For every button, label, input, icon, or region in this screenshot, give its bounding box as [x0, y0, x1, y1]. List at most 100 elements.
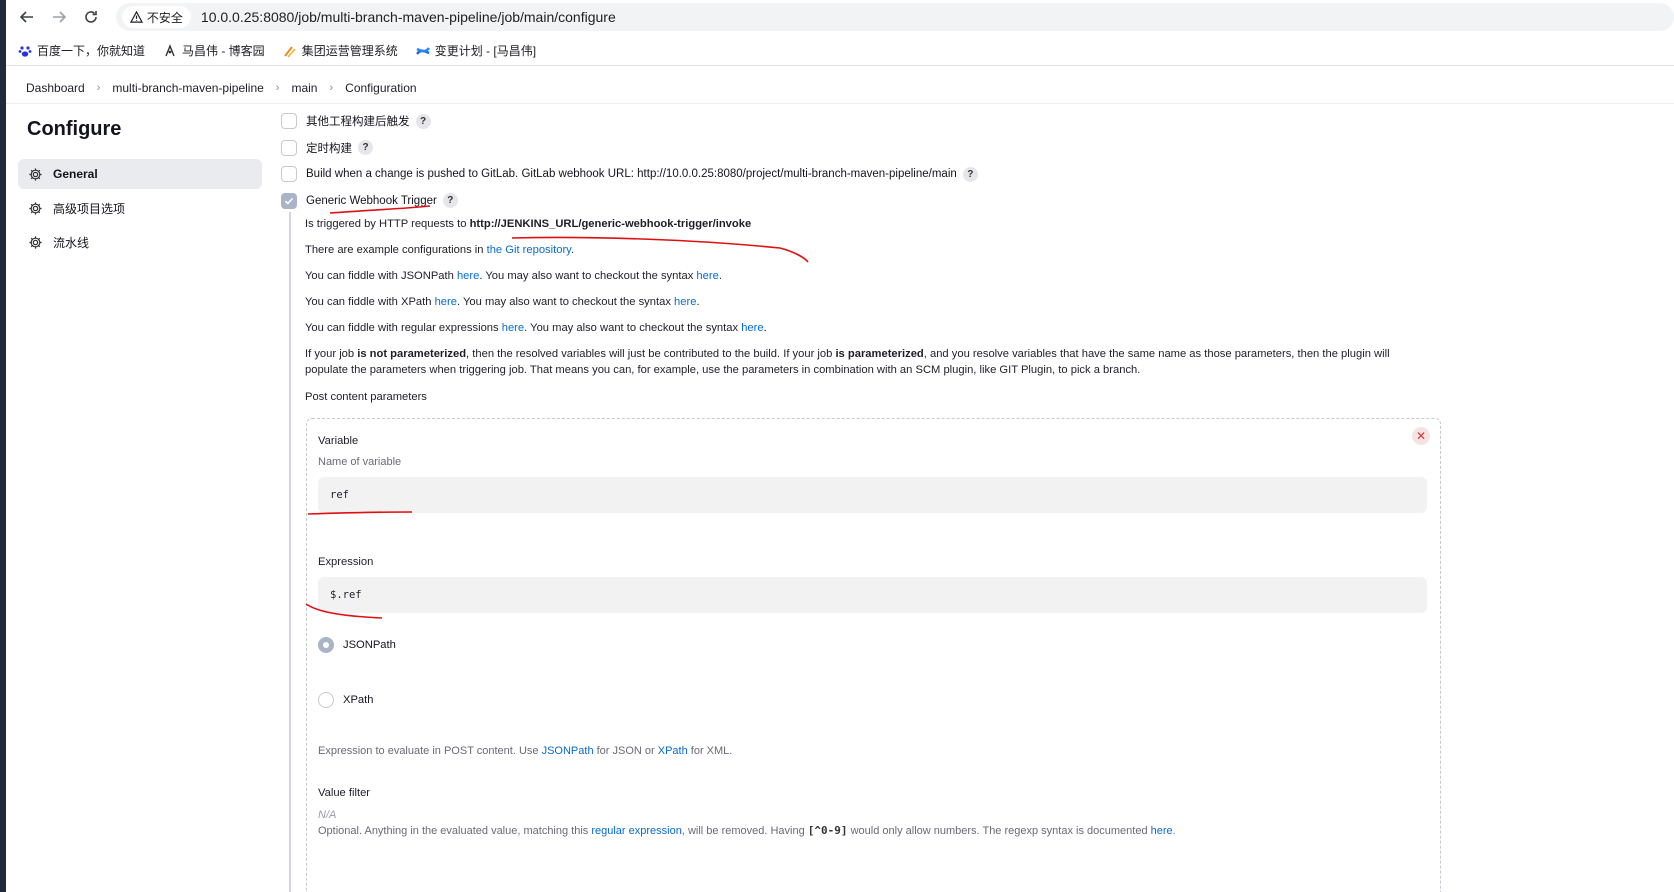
security-chip[interactable]: 不安全: [121, 6, 191, 28]
regex-fiddle-link[interactable]: here: [502, 322, 524, 334]
jsonpath-fiddle-link[interactable]: here: [457, 270, 479, 282]
breadcrumb-branch[interactable]: main: [285, 81, 323, 95]
trigger-label: Generic Webhook Trigger: [306, 194, 437, 207]
trigger-label: 定时构建: [306, 142, 352, 155]
help-icon[interactable]: ?: [962, 166, 978, 182]
address-bar[interactable]: 不安全 10.0.0.25:8080/job/multi-branch-mave…: [115, 3, 1674, 31]
text: .: [1172, 825, 1176, 837]
text: , then the resolved variables will just …: [466, 348, 836, 360]
xpath-fiddle-link[interactable]: here: [435, 296, 457, 308]
bookmark-baidu[interactable]: 百度一下，你就知道: [18, 42, 145, 59]
build-triggers: 其他工程构建后触发 ? 定时构建 ? Build when a change i…: [281, 108, 1461, 214]
text: Is triggered by HTTP requests to: [305, 218, 470, 230]
sidebar-item-general[interactable]: General: [18, 159, 262, 189]
text: There are example configurations in: [305, 244, 487, 256]
chevron-right-icon: ›: [96, 81, 101, 94]
text-bold: is parameterized: [835, 348, 924, 360]
back-button[interactable]: [16, 6, 38, 28]
radio-xpath-row[interactable]: XPath: [318, 692, 373, 708]
text: , will be removed. Having: [681, 825, 808, 837]
value-filter-label: Value filter: [318, 787, 371, 799]
text: for XML.: [687, 745, 733, 757]
value-filter-help: Optional. Anything in the evaluated valu…: [318, 823, 1176, 839]
expression-label: Expression: [318, 556, 374, 568]
xpath-text: You can fiddle with XPath here. You may …: [305, 294, 700, 310]
confluence-icon: [415, 44, 430, 58]
url-text[interactable]: 10.0.0.25:8080/job/multi-branch-maven-pi…: [201, 9, 616, 25]
text: You can fiddle with regular expressions: [305, 322, 502, 334]
breadcrumb-dashboard[interactable]: Dashboard: [20, 81, 91, 95]
bookmark-label: 马昌伟 - 博客园: [182, 44, 265, 58]
chevron-right-icon: ›: [275, 81, 280, 94]
breadcrumb: Dashboard › multi-branch-maven-pipeline …: [6, 72, 1674, 104]
trigger-upstream-checkbox[interactable]: [281, 113, 297, 130]
code-sample: [^0-9]: [807, 824, 848, 837]
text: .: [570, 244, 575, 256]
gear-icon: [29, 167, 42, 181]
bookmark-label: 集团运营管理系统: [301, 44, 398, 58]
bookmarks-bar: 百度一下，你就知道 马昌伟 - 博客园 集团运营管理系统 变更计划 - [马昌伟…: [6, 36, 1674, 66]
radio-xpath[interactable]: [318, 692, 334, 708]
trigger-generic-webhook-checkbox[interactable]: [281, 192, 297, 209]
text: . You may also want to checkout the synt…: [479, 270, 697, 282]
close-icon: ✕: [1415, 429, 1427, 443]
text: Optional. Anything in the evaluated valu…: [318, 825, 592, 837]
text: populate the parameters when triggering …: [305, 364, 1141, 376]
check-icon: [284, 197, 294, 205]
bookmark-ops[interactable]: 集团运营管理系统: [283, 42, 398, 59]
regexp-syntax-link[interactable]: here: [1151, 825, 1173, 837]
help-icon[interactable]: ?: [442, 193, 458, 209]
bookmark-confluence[interactable]: 变更计划 - [马昌伟]: [415, 42, 537, 59]
xpath-link[interactable]: XPath: [658, 745, 688, 757]
bookmark-cnblogs[interactable]: 马昌伟 - 博客园: [163, 42, 265, 59]
expression-help: Expression to evaluate in POST content. …: [318, 743, 732, 759]
radio-jsonpath-row[interactable]: JSONPath: [318, 637, 396, 653]
trigger-row-generic-webhook: Generic Webhook Trigger ?: [281, 188, 1461, 215]
trigger-cron-checkbox[interactable]: [281, 139, 297, 156]
radio-jsonpath[interactable]: [318, 637, 334, 653]
security-label: 不安全: [146, 10, 183, 25]
text: .: [763, 322, 767, 334]
forward-button[interactable]: [48, 6, 70, 28]
expression-input[interactable]: $.ref: [318, 577, 1427, 613]
breadcrumb-configuration[interactable]: Configuration: [339, 81, 422, 95]
regex-text: You can fiddle with regular expressions …: [305, 320, 767, 336]
example-config-text: There are example configurations in the …: [305, 242, 574, 258]
post-content-label: Post content parameters: [305, 391, 427, 403]
warning-icon: [129, 10, 143, 23]
bookmark-label: 百度一下，你就知道: [37, 44, 146, 58]
sidebar-item-pipeline[interactable]: 流水线: [18, 227, 262, 257]
trigger-label: Build when a change is pushed to GitLab.…: [306, 168, 957, 181]
variable-input[interactable]: ref: [318, 477, 1427, 513]
reload-button[interactable]: [80, 6, 102, 28]
text: .: [718, 270, 722, 282]
reload-icon: [85, 11, 97, 23]
arrow-left-icon: [19, 11, 33, 23]
chevron-right-icon: ›: [329, 81, 334, 94]
regex-syntax-link[interactable]: here: [741, 322, 763, 334]
help-icon[interactable]: ?: [415, 113, 431, 129]
delete-param-button[interactable]: ✕: [1412, 427, 1430, 445]
xpath-syntax-link[interactable]: here: [674, 296, 696, 308]
sidebar-item-label: 高级项目选项: [53, 201, 126, 216]
variable-label: Variable: [318, 435, 359, 447]
trigger-row-upstream: 其他工程构建后触发 ?: [281, 108, 1461, 135]
text: .: [696, 296, 700, 308]
trigger-gitlab-checkbox[interactable]: [281, 166, 297, 183]
sidebar-item-label: General: [53, 167, 98, 181]
jsonpath-link[interactable]: JSONPath: [542, 745, 594, 757]
help-icon[interactable]: ?: [358, 140, 373, 156]
text: would only allow numbers. The regexp syn…: [847, 825, 1151, 837]
text: . You may also want to checkout the synt…: [524, 322, 742, 334]
sidebar-item-advanced[interactable]: 高级项目选项: [18, 193, 262, 223]
desktop-edge: [0, 0, 6, 892]
git-repository-link[interactable]: the Git repository: [487, 244, 571, 256]
jsonpath-syntax-link[interactable]: here: [696, 270, 718, 282]
gear-icon: [29, 201, 42, 215]
page-title: Configure: [27, 118, 122, 140]
bookmark-label: 变更计划 - [马昌伟]: [434, 44, 537, 58]
breadcrumb-job[interactable]: multi-branch-maven-pipeline: [106, 81, 269, 95]
regular-expression-link[interactable]: regular expression: [591, 825, 682, 837]
value-filter-placeholder[interactable]: N/A: [318, 809, 336, 821]
text-bold: is not parameterized: [357, 348, 467, 360]
